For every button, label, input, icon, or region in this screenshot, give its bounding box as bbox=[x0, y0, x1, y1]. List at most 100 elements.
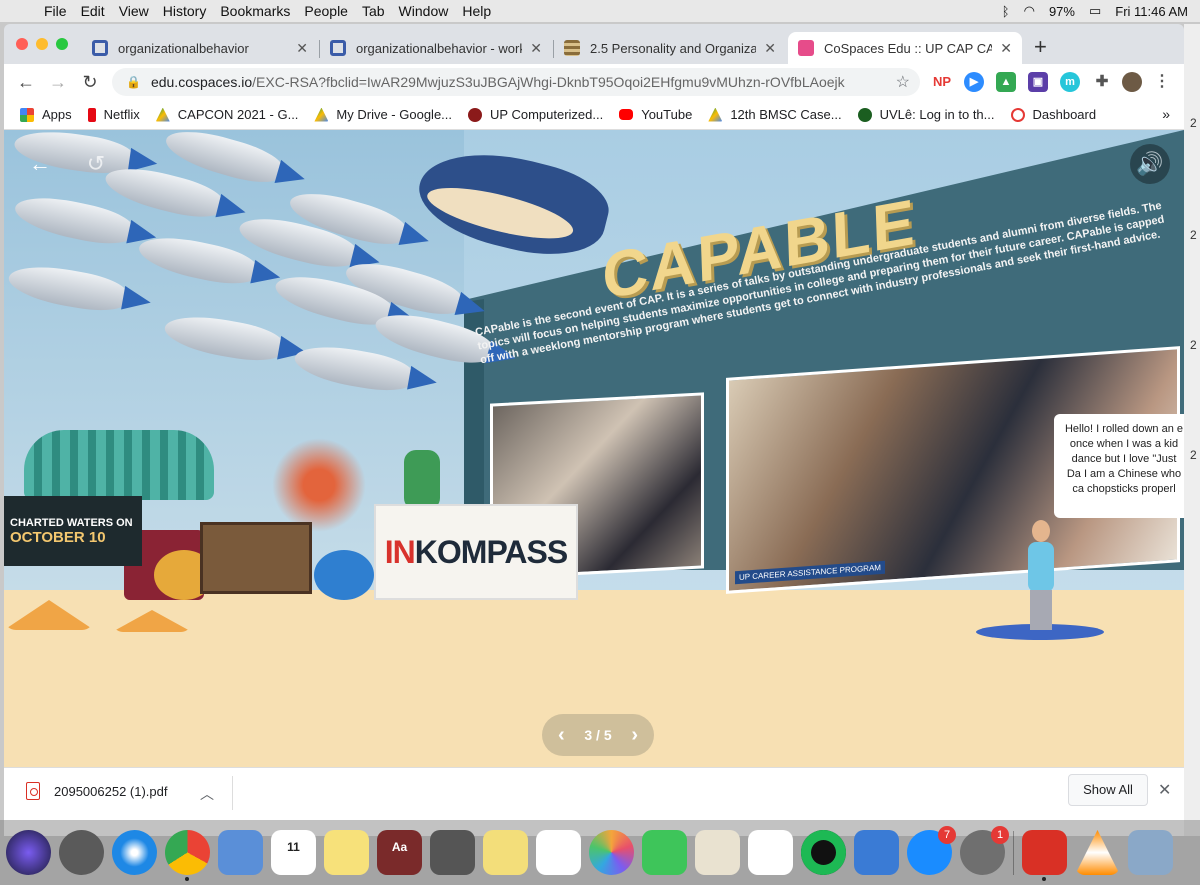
textedit-icon[interactable] bbox=[695, 830, 740, 875]
inkompass-sign[interactable]: INKOMPASS bbox=[374, 504, 578, 600]
tab-organizationalbehavior[interactable]: organizationalbehavior ✕ bbox=[82, 32, 318, 64]
facetime-icon[interactable] bbox=[642, 830, 687, 875]
acrobat-icon[interactable] bbox=[1022, 830, 1067, 881]
tab-favicon-icon bbox=[330, 40, 346, 56]
chrome-icon[interactable] bbox=[165, 830, 210, 881]
battery-percent[interactable]: 97% bbox=[1049, 4, 1075, 19]
menu-view[interactable]: View bbox=[119, 3, 149, 19]
system-preferences-icon[interactable]: 1 bbox=[960, 826, 1009, 875]
bookmark-netflix[interactable]: Netflix bbox=[87, 107, 140, 122]
chrome-menu-icon[interactable]: ⋮ bbox=[1152, 72, 1172, 92]
close-window-button[interactable] bbox=[16, 38, 28, 50]
bookmark-label: Apps bbox=[42, 107, 72, 122]
tab-favicon-icon bbox=[564, 40, 580, 56]
address-bar[interactable]: 🔒 edu.cospaces.io/EXC-RSA?fbclid=IwAR29M… bbox=[112, 68, 920, 96]
menu-file[interactable]: File bbox=[44, 3, 67, 19]
vlc-icon[interactable] bbox=[1075, 830, 1120, 875]
bag-extension-icon[interactable]: ▣ bbox=[1028, 72, 1048, 92]
np-extension-icon[interactable]: NP bbox=[932, 72, 952, 92]
reminders-icon[interactable] bbox=[536, 830, 581, 875]
scene-back-icon[interactable]: ← bbox=[20, 144, 60, 184]
profile-avatar[interactable] bbox=[1122, 72, 1142, 92]
calendar-day: 11 bbox=[287, 840, 300, 854]
menubar-clock[interactable]: Fri 11:46 AM bbox=[1115, 4, 1188, 19]
bookmark-my-drive[interactable]: My Drive - Google... bbox=[314, 107, 452, 122]
menu-tab[interactable]: Tab bbox=[362, 3, 385, 19]
tab-close-icon[interactable]: ✕ bbox=[530, 40, 542, 57]
uvle-icon bbox=[857, 107, 872, 122]
bookmarks-overflow-icon[interactable]: » bbox=[1162, 106, 1170, 122]
zoom-extension-icon[interactable]: ▶ bbox=[964, 72, 984, 92]
scene-reset-icon[interactable]: ↺ bbox=[76, 144, 116, 184]
lock-icon[interactable]: 🔒 bbox=[126, 75, 141, 89]
wifi-icon[interactable]: ◠ bbox=[1024, 3, 1035, 19]
drive-extension-icon[interactable]: ▲ bbox=[996, 72, 1016, 92]
drive-icon bbox=[155, 107, 170, 122]
show-all-downloads-button[interactable]: Show All bbox=[1068, 774, 1148, 806]
menu-bookmarks[interactable]: Bookmarks bbox=[220, 3, 290, 19]
bluetooth-icon[interactable]: ᛒ bbox=[1002, 4, 1010, 19]
spotify-icon[interactable] bbox=[801, 830, 846, 875]
notes-icon[interactable] bbox=[324, 830, 369, 875]
numbers-icon[interactable] bbox=[748, 830, 793, 875]
bookmarks-bar: Apps Netflix CAPCON 2021 - G... My Drive… bbox=[4, 100, 1184, 130]
bookmark-capcon[interactable]: CAPCON 2021 - G... bbox=[155, 107, 298, 122]
mail-icon[interactable] bbox=[218, 830, 263, 875]
keynote-icon[interactable] bbox=[854, 830, 899, 875]
download-item[interactable]: 2095006252 (1).pdf bbox=[26, 782, 167, 800]
preview-icon[interactable] bbox=[1128, 830, 1173, 875]
menu-edit[interactable]: Edit bbox=[81, 3, 105, 19]
tab-cospaces-edu[interactable]: CoSpaces Edu :: UP CAP CAPT ✕ bbox=[788, 32, 1022, 64]
photos-icon[interactable] bbox=[589, 830, 634, 875]
download-options-chevron-icon[interactable]: ︿ bbox=[200, 784, 214, 804]
dictionary-icon[interactable]: Aa bbox=[377, 830, 422, 875]
menu-help[interactable]: Help bbox=[462, 3, 491, 19]
back-button[interactable]: ← bbox=[14, 70, 38, 94]
cospaces-favicon-icon bbox=[798, 40, 814, 56]
bookmark-apps[interactable]: Apps bbox=[20, 107, 72, 122]
tab-close-icon[interactable]: ✕ bbox=[1000, 40, 1012, 57]
bookmark-up-computerized[interactable]: UP Computerized... bbox=[468, 107, 603, 122]
sea-anemone-model[interactable] bbox=[24, 430, 214, 500]
battery-icon[interactable]: ▭ bbox=[1089, 3, 1101, 19]
close-downloads-bar-icon[interactable]: ✕ bbox=[1158, 780, 1171, 800]
cospaces-viewport[interactable]: CAPABLE CAPable is the second event of C… bbox=[4, 130, 1184, 767]
previous-scene-icon[interactable]: ‹ bbox=[558, 724, 565, 747]
edge-text: 2 bbox=[1190, 338, 1197, 352]
bookmark-label: UVLê: Log in to th... bbox=[879, 107, 995, 122]
m-extension-icon[interactable]: m bbox=[1060, 72, 1080, 92]
bookmark-youtube[interactable]: YouTube bbox=[619, 107, 692, 122]
green-kelp-model[interactable] bbox=[404, 450, 440, 510]
tab-close-icon[interactable]: ✕ bbox=[764, 40, 776, 57]
bookmark-uvle[interactable]: UVLê: Log in to th... bbox=[857, 107, 995, 122]
sound-toggle-icon[interactable]: 🔊 bbox=[1130, 144, 1170, 184]
notification-badge: 7 bbox=[938, 826, 956, 844]
reload-button[interactable]: ↻ bbox=[78, 70, 102, 94]
stickies-icon[interactable] bbox=[483, 830, 528, 875]
calculator-icon[interactable] bbox=[430, 830, 475, 875]
tab-personality-organization[interactable]: 2.5 Personality and Organizatio ✕ bbox=[554, 32, 786, 64]
blue-coral-model[interactable] bbox=[314, 550, 374, 600]
puzzle-extension-icon[interactable]: ✚ bbox=[1092, 72, 1112, 92]
safari-icon[interactable] bbox=[112, 830, 157, 875]
calendar-icon[interactable]: 11 bbox=[271, 830, 316, 875]
minimize-window-button[interactable] bbox=[36, 38, 48, 50]
forward-button[interactable]: → bbox=[46, 70, 70, 94]
tab-organizationalbehavior-workp[interactable]: organizationalbehavior - workp ✕ bbox=[320, 32, 552, 64]
siri-icon[interactable] bbox=[6, 830, 51, 875]
menu-people[interactable]: People bbox=[304, 3, 348, 19]
menu-window[interactable]: Window bbox=[399, 3, 449, 19]
bookmark-star-icon[interactable]: ☆ bbox=[896, 72, 910, 92]
menu-history[interactable]: History bbox=[163, 3, 207, 19]
zoom-window-button[interactable] bbox=[56, 38, 68, 50]
appstore-icon[interactable]: 7 bbox=[907, 826, 956, 875]
drive-icon bbox=[708, 107, 723, 122]
launchpad-icon[interactable] bbox=[59, 830, 104, 875]
next-scene-icon[interactable]: › bbox=[631, 724, 638, 747]
treasure-chest-model[interactable] bbox=[200, 522, 312, 594]
bookmark-dashboard[interactable]: Dashboard bbox=[1010, 107, 1096, 122]
tab-close-icon[interactable]: ✕ bbox=[296, 40, 308, 57]
bookmark-bmsc-case[interactable]: 12th BMSC Case... bbox=[708, 107, 842, 122]
new-tab-button[interactable]: + bbox=[1034, 34, 1047, 60]
character-avatar[interactable] bbox=[1020, 520, 1064, 630]
